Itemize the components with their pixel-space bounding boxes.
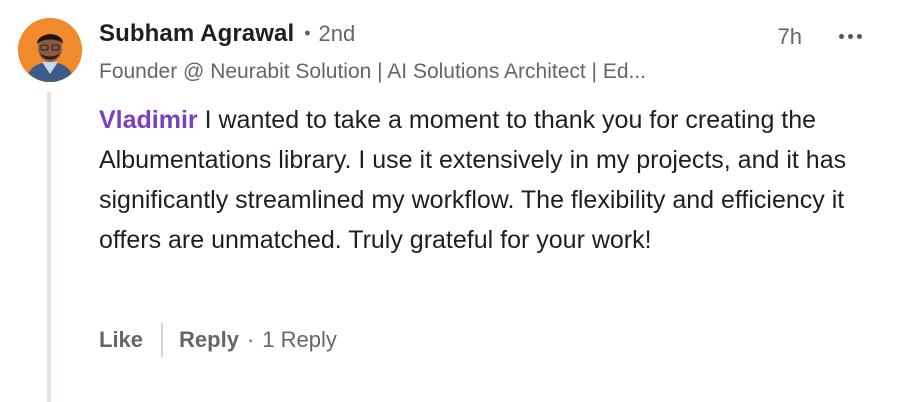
avatar-image	[18, 18, 82, 82]
comment-text: I wanted to take a moment to thank you f…	[99, 106, 847, 254]
comment-header: Subham Agrawal • 2nd 7h Founder @ Neurab…	[99, 20, 894, 90]
action-middot: ·	[246, 327, 255, 352]
mention-link[interactable]: Vladimir	[99, 106, 198, 134]
more-options-button[interactable]	[830, 20, 870, 52]
separator-dot: •	[304, 23, 311, 43]
thread-line	[47, 92, 51, 402]
comment-actions: Like Reply · 1 Reply	[99, 322, 337, 358]
like-button[interactable]: Like	[99, 327, 143, 353]
author-headline: Founder @ Neurabit Solution | AI Solutio…	[99, 60, 647, 83]
connection-degree: 2nd	[318, 21, 356, 46]
action-divider	[161, 323, 164, 357]
reply-button[interactable]: Reply	[179, 327, 239, 353]
timestamp: 7h	[777, 24, 802, 49]
name-row: Subham Agrawal • 2nd	[99, 20, 894, 54]
avatar[interactable]	[18, 18, 82, 82]
ellipsis-horizontal-icon	[838, 33, 844, 39]
reply-count-link[interactable]: 1 Reply	[262, 327, 337, 353]
author-name[interactable]: Subham Agrawal	[99, 20, 294, 48]
comment-body: Vladimir I wanted to take a moment to th…	[99, 100, 899, 260]
